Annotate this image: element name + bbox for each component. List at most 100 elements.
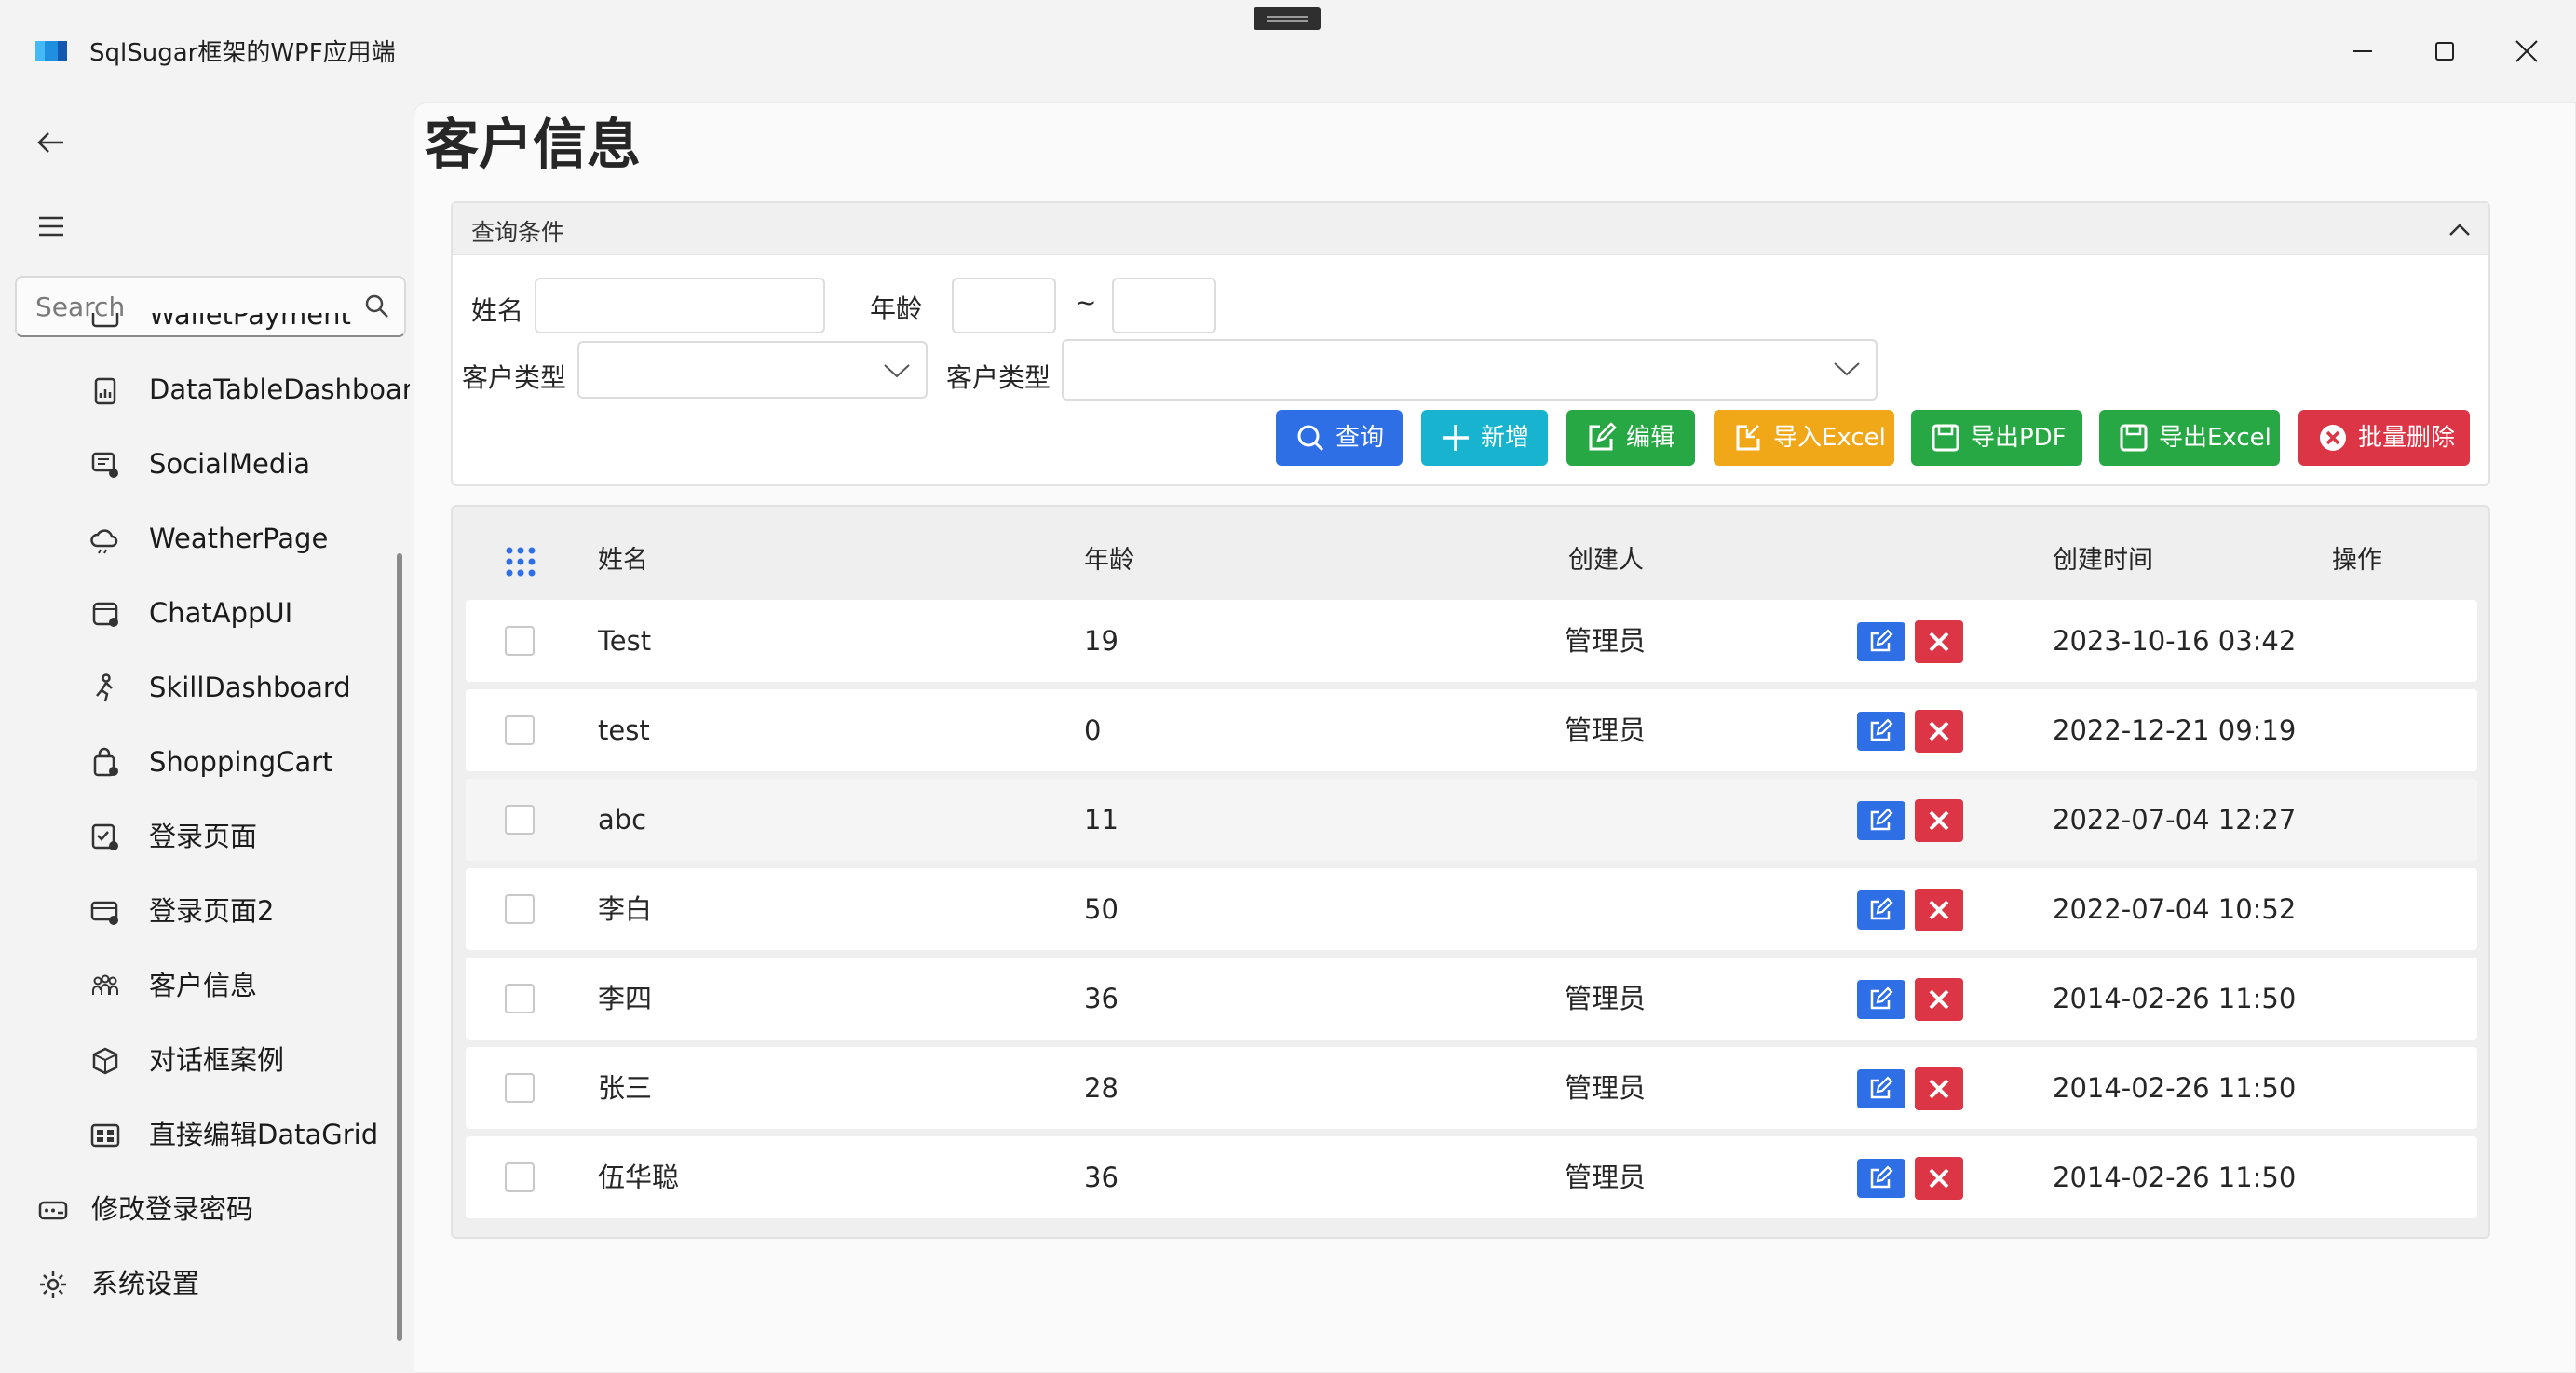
nav-item-weatherpage[interactable]: WeatherPage	[0, 501, 410, 576]
name-input[interactable]	[535, 278, 825, 333]
maximize-icon	[2435, 42, 2454, 61]
edit-icon	[1870, 897, 1893, 920]
nav-item-dialog-example[interactable]: 对话框案例	[0, 1023, 410, 1097]
column-header-name[interactable]: 姓名	[598, 507, 648, 615]
edit-icon	[1870, 986, 1893, 1010]
card-person-icon	[90, 901, 118, 925]
column-header-actions: 操作	[2332, 546, 2382, 575]
checklist-person-icon	[91, 823, 118, 850]
row-edit-button[interactable]	[1857, 801, 1905, 840]
row-delete-button[interactable]	[1915, 710, 1963, 753]
nav-item-label: 登录页面2	[149, 895, 275, 927]
edit-button[interactable]: 编辑	[1566, 410, 1695, 466]
nav-item-socialmedia[interactable]: SocialMedia	[0, 427, 410, 501]
import-excel-button[interactable]: 导入Excel	[1714, 410, 1894, 466]
batch-delete-button-label: 批量删除	[2358, 424, 2456, 452]
minimize-button[interactable]	[2339, 28, 2386, 75]
row-delete-button[interactable]	[1915, 889, 1963, 931]
age-from-input[interactable]	[952, 278, 1056, 333]
column-chooser-icon[interactable]	[505, 546, 536, 578]
customer-type-select-2[interactable]	[1062, 339, 1878, 401]
row-edit-button[interactable]	[1857, 1159, 1905, 1198]
row-edit-button[interactable]	[1857, 622, 1905, 661]
menu-toggle-button[interactable]	[26, 201, 76, 251]
cell-age: 50	[1084, 893, 1119, 925]
table-row[interactable]: abc 11 2022-07-04 12:27	[466, 779, 2477, 861]
export-pdf-button-label: 导出PDF	[1971, 424, 2067, 452]
export-pdf-button[interactable]: 导出PDF	[1911, 410, 2082, 466]
back-button[interactable]	[26, 117, 76, 168]
nav-item-chatappui[interactable]: ChatAppUI	[0, 576, 410, 650]
customer-type-label: 客户类型	[462, 362, 567, 393]
nav-item-label: 修改登录密码	[91, 1193, 254, 1225]
chevron-down-icon	[884, 364, 910, 378]
edit-button-label: 编辑	[1626, 424, 1675, 452]
row-delete-button[interactable]	[1915, 620, 1963, 663]
row-delete-button[interactable]	[1915, 1157, 1963, 1200]
nav-item-label: 直接编辑DataGrid	[149, 1119, 379, 1150]
row-checkbox[interactable]	[505, 984, 535, 1013]
cell-name: 张三	[598, 1072, 653, 1104]
table-row[interactable]: 伍华聪 36 管理员 2014-02-26 11:50	[466, 1136, 2477, 1218]
row-checkbox[interactable]	[505, 626, 535, 656]
maximize-button[interactable]	[2421, 28, 2468, 75]
row-checkbox[interactable]	[505, 715, 535, 745]
nav-item-datatabledashboard[interactable]: DataTableDashboard	[0, 352, 410, 427]
column-header-age[interactable]: 年龄	[1084, 507, 1134, 615]
import-excel-button-label: 导入Excel	[1773, 424, 1886, 452]
row-delete-button[interactable]	[1915, 799, 1963, 842]
row-checkbox[interactable]	[505, 1162, 535, 1192]
row-checkbox[interactable]	[505, 1073, 535, 1103]
table-row[interactable]: 张三 28 管理员 2014-02-26 11:50	[466, 1047, 2477, 1129]
row-edit-button[interactable]	[1857, 1069, 1905, 1108]
nav-item-label: 系统设置	[91, 1268, 200, 1299]
nav-item-edit-datagrid[interactable]: 直接编辑DataGrid	[0, 1097, 410, 1172]
grid-icon	[90, 1123, 120, 1148]
weather-cloud-icon	[90, 529, 118, 554]
customer-type-select[interactable]	[577, 341, 928, 399]
column-header-created-time[interactable]: 创建时间	[2053, 507, 2153, 615]
age-to-input[interactable]	[1112, 278, 1216, 333]
nav-item-skilldashboard[interactable]: SkillDashboard	[0, 650, 410, 725]
nav-item-settings[interactable]: 系统设置	[0, 1246, 410, 1321]
table-row[interactable]: 李四 36 管理员 2014-02-26 11:50	[466, 958, 2477, 1040]
gear-icon	[40, 1271, 66, 1298]
table-row[interactable]: Test 19 管理员 2023-10-16 03:42	[466, 600, 2477, 682]
export-excel-button[interactable]: 导出Excel	[2099, 410, 2280, 466]
row-edit-button[interactable]	[1857, 980, 1905, 1019]
table-row[interactable]: 李白 50 2022-07-04 10:52	[466, 868, 2477, 950]
cell-created-time: 2022-07-04 12:27	[2053, 804, 2297, 836]
column-header-creator[interactable]: 创建人	[1568, 507, 1644, 615]
row-delete-button[interactable]	[1915, 978, 1963, 1021]
row-delete-button[interactable]	[1915, 1067, 1963, 1110]
nav-item-login-page-2[interactable]: 登录页面2	[0, 874, 410, 948]
row-edit-button[interactable]	[1857, 712, 1905, 751]
nav-item-change-password[interactable]: 修改登录密码	[0, 1172, 410, 1246]
drag-handle[interactable]	[1254, 7, 1321, 30]
row-checkbox[interactable]	[505, 805, 535, 835]
table-row[interactable]: test 0 管理员 2022-12-21 09:19	[466, 689, 2477, 771]
cube-icon	[92, 1047, 118, 1075]
close-icon	[1929, 900, 1949, 920]
search-button[interactable]: 查询	[1276, 410, 1403, 466]
chevron-down-icon	[1834, 362, 1860, 376]
nav-item-label: ShoppingCart	[149, 746, 333, 778]
shopping-bag-icon	[93, 747, 118, 777]
cell-created-time: 2022-07-04 10:52	[2053, 893, 2297, 925]
cell-name: 伍华聪	[598, 1162, 680, 1193]
row-edit-button[interactable]	[1857, 890, 1905, 930]
nav-item-walletpayment[interactable]: WalletPayment	[0, 313, 410, 352]
query-panel-header[interactable]: 查询条件	[453, 203, 2488, 255]
chevron-up-icon[interactable]	[2444, 214, 2475, 246]
nav-item-login-page[interactable]: 登录页面	[0, 799, 410, 874]
batch-delete-button[interactable]: 批量删除	[2298, 410, 2470, 466]
row-checkbox[interactable]	[505, 894, 535, 924]
name-label: 姓名	[471, 295, 524, 326]
wallet-icon	[91, 313, 119, 328]
add-button[interactable]: 新增	[1421, 410, 1548, 466]
sidebar-scrollbar[interactable]	[397, 553, 402, 1341]
close-icon	[1929, 1168, 1949, 1189]
nav-item-customer-info[interactable]: 客户信息	[0, 948, 410, 1023]
nav-item-shoppingcart[interactable]: ShoppingCart	[0, 725, 410, 799]
close-button[interactable]	[2503, 28, 2550, 75]
